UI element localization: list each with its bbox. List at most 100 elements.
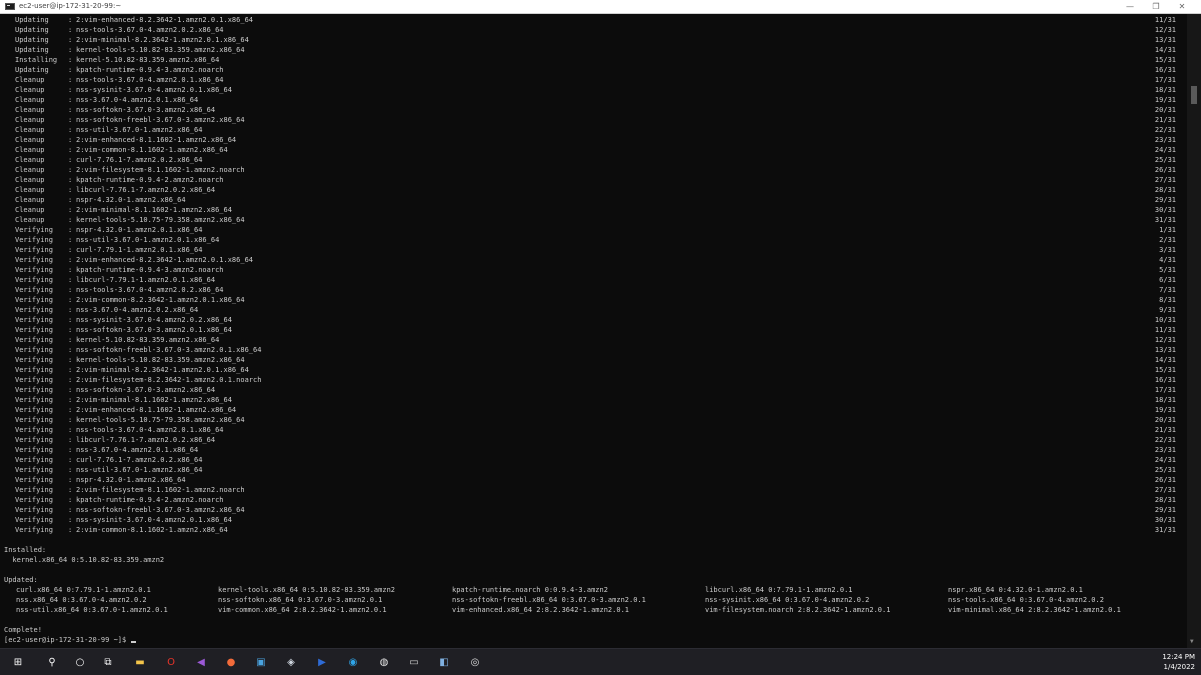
field-separator: : <box>68 66 73 74</box>
postman-icon[interactable]: ● <box>223 654 239 670</box>
system-clock[interactable]: 12:24 PM 1/4/2022 <box>1162 652 1195 672</box>
field-separator: : <box>68 146 73 154</box>
transaction-action: Verifying <box>15 466 53 474</box>
close-button[interactable]: ✕ <box>1169 0 1195 13</box>
progress-count: 20/31 <box>1154 106 1176 114</box>
progress-count: 30/31 <box>1154 516 1176 524</box>
field-separator: : <box>68 36 73 44</box>
package-name: 2:vim-filesystem-8.2.3642-1.amzn2.0.1.no… <box>76 376 262 384</box>
package-name: kernel-tools-5.10.75-79.358.amzn2.x86_64 <box>76 216 245 224</box>
package-name: 2:vim-common-8.2.3642-1.amzn2.0.1.x86_64 <box>76 296 245 304</box>
task-view-icon[interactable]: ⧉ <box>100 654 116 670</box>
opera-icon[interactable]: O <box>163 654 179 670</box>
yum-transaction-line: Verifying: libcurl-7.76.1-7.amzn2.0.2.x86… <box>4 435 1176 445</box>
yum-transaction-line: Cleanup: nss-softokn-freebl-3.67.0-3.amzn… <box>4 115 1176 125</box>
yum-transaction-line: Verifying: curl-7.79.1-1.amzn2.0.1.x86_64… <box>4 245 1176 255</box>
windows-start-icon[interactable]: ⊞ <box>10 654 26 670</box>
yum-transaction-line: Installing: kernel-5.10.82-83.359.amzn2.x… <box>4 55 1176 65</box>
package-name: kernel-tools-5.10.75-79.358.amzn2.x86_64 <box>76 416 245 424</box>
progress-count: 30/31 <box>1154 206 1176 214</box>
updated-package: vim-filesystem.noarch 2:8.2.3642-1.amzn2… <box>705 606 891 614</box>
terminal-icon[interactable]: ▭ <box>406 654 422 670</box>
edge-icon[interactable]: ◉ <box>345 654 361 670</box>
yum-transaction-line: Cleanup: curl-7.76.1-7.amzn2.0.2.x86_64 25… <box>4 155 1176 165</box>
updated-package: nss-softokn.x86_64 0:3.67.0-3.amzn2.0.1 <box>218 596 383 604</box>
package-name: nss-util-3.67.0-1.amzn2.x86_64 <box>76 126 203 134</box>
file-explorer-icon[interactable]: ▬ <box>132 654 148 670</box>
scrollbar-thumb[interactable] <box>1191 86 1197 104</box>
transaction-action: Verifying <box>15 356 53 364</box>
transaction-action: Verifying <box>15 366 53 374</box>
package-name: 2:vim-common-8.1.1602-1.amzn2.x86_64 <box>76 146 228 154</box>
shell-prompt-line[interactable]: [ec2-user@ip-172-31-20-99 ~]$ <box>4 635 137 645</box>
package-name: nss-softokn-3.67.0-3.amzn2.x86_64 <box>76 386 216 394</box>
progress-count: 18/31 <box>1154 396 1176 404</box>
yum-transaction-line: Cleanup: nss-tools-3.67.0-4.amzn2.0.1.x86… <box>4 75 1176 85</box>
minimize-button[interactable]: — <box>1117 0 1143 13</box>
package-name: nspr-4.32.0-1.amzn2.0.1.x86_64 <box>76 226 203 234</box>
package-name: kernel-tools-5.10.82-83.359.amzn2.x86_64 <box>76 46 245 54</box>
package-name: kpatch-runtime-0.9.4-2.amzn2.noarch <box>76 176 224 184</box>
terminal-scrollbar[interactable]: ▼ <box>1187 14 1201 648</box>
package-name: 2:vim-minimal-8.1.1602-1.amzn2.x86_64 <box>76 396 232 404</box>
updated-package: kernel-tools.x86_64 0:5.10.82-83.359.amz… <box>218 586 396 594</box>
field-separator: : <box>68 26 73 34</box>
clock-time: 12:24 PM <box>1162 653 1195 661</box>
progress-count: 2/31 <box>1159 236 1176 244</box>
yum-transaction-line: Verifying: nss-softokn-3.67.0-3.amzn2.0.1… <box>4 325 1176 335</box>
field-separator: : <box>68 156 73 164</box>
yum-transaction-line: Verifying: nss-tools-3.67.0-4.amzn2.0.1.x… <box>4 425 1176 435</box>
scroll-down-arrow-icon[interactable]: ▼ <box>1190 638 1194 646</box>
powershell-icon[interactable]: ▶ <box>314 654 330 670</box>
yum-transaction-line: Verifying:2:vim-minimal-8.1.1602-1.amzn2… <box>4 395 1176 405</box>
field-separator: : <box>68 366 73 374</box>
package-name: 2:vim-filesystem-8.1.1602-1.amzn2.noarch <box>76 166 245 174</box>
transaction-action: Cleanup <box>15 216 45 224</box>
transaction-action: Cleanup <box>15 206 45 214</box>
updated-package: vim-minimal.x86_64 2:8.2.3642-1.amzn2.0.… <box>948 606 1121 614</box>
field-separator: : <box>68 356 73 364</box>
package-name: nss-3.67.0-4.amzn2.0.1.x86_64 <box>76 446 199 454</box>
progress-count: 5/31 <box>1159 266 1176 274</box>
transaction-action: Cleanup <box>15 166 45 174</box>
transaction-action: Verifying <box>15 236 53 244</box>
yum-transaction-line: Verifying: nspr-4.32.0-1.amzn2.x86_64 26/3… <box>4 475 1176 485</box>
package-name: nss-softokn-freebl-3.67.0-3.amzn2.x86_64 <box>76 116 245 124</box>
obs-icon[interactable]: ◎ <box>467 654 483 670</box>
chrome-icon[interactable]: ◍ <box>376 654 392 670</box>
search-icon[interactable]: ⚲ <box>44 654 60 670</box>
terminal-output[interactable]: Updating:2:vim-enhanced-8.2.3642-1.amzn2… <box>0 14 1187 648</box>
progress-count: 24/31 <box>1154 146 1176 154</box>
progress-count: 24/31 <box>1154 456 1176 464</box>
progress-count: 21/31 <box>1154 116 1176 124</box>
transaction-action: Verifying <box>15 436 53 444</box>
progress-count: 19/31 <box>1154 96 1176 104</box>
package-name: kernel-tools-5.10.82-83.359.amzn2.x86_64 <box>76 356 245 364</box>
window-title-bar[interactable]: ec2-user@ip-172-31-20-99:~ — ❐ ✕ <box>0 0 1201 14</box>
updated-package: nspr.x86_64 0:4.32.0-1.amzn2.0.1 <box>948 586 1083 594</box>
shell-prompt: [ec2-user@ip-172-31-20-99 ~]$ <box>4 636 131 644</box>
yum-transaction-line: Verifying: nss-softokn-freebl-3.67.0-3.am… <box>4 505 1176 515</box>
progress-count: 22/31 <box>1154 436 1176 444</box>
package-name: 2:vim-enhanced-8.1.1602-1.amzn2.x86_64 <box>76 406 237 414</box>
installed-header: Installed: <box>4 546 47 554</box>
maximize-button[interactable]: ❐ <box>1143 0 1169 13</box>
visual-studio-icon[interactable]: ◀ <box>193 654 209 670</box>
complete-message: Complete! <box>4 626 42 634</box>
yum-transaction-line: Verifying:2:vim-filesystem-8.2.3642-1.am… <box>4 375 1176 385</box>
field-separator: : <box>68 226 73 234</box>
updated-package: nss-tools.x86_64 0:3.67.0-4.amzn2.0.2 <box>948 596 1104 604</box>
notes-app-icon[interactable]: ◧ <box>436 654 452 670</box>
progress-count: 28/31 <box>1154 186 1176 194</box>
remote-desktop-icon[interactable]: ▣ <box>253 654 269 670</box>
updated-package: vim-enhanced.x86_64 2:8.2.3642-1.amzn2.0… <box>452 606 630 614</box>
package-name: nss-sysinit-3.67.0-4.amzn2.0.1.x86_64 <box>76 86 232 94</box>
virtualbox-icon[interactable]: ◈ <box>283 654 299 670</box>
progress-count: 17/31 <box>1154 386 1176 394</box>
yum-transaction-line: Cleanup:2:vim-filesystem-8.1.1602-1.amzn… <box>4 165 1176 175</box>
yum-transaction-line: Updating:2:vim-minimal-8.2.3642-1.amzn2.… <box>4 35 1176 45</box>
cortana-icon[interactable]: ○ <box>72 654 88 670</box>
yum-transaction-line: Verifying: nss-util-3.67.0-1.amzn2.x86_64… <box>4 465 1176 475</box>
transaction-action: Verifying <box>15 286 53 294</box>
progress-count: 1/31 <box>1159 226 1176 234</box>
